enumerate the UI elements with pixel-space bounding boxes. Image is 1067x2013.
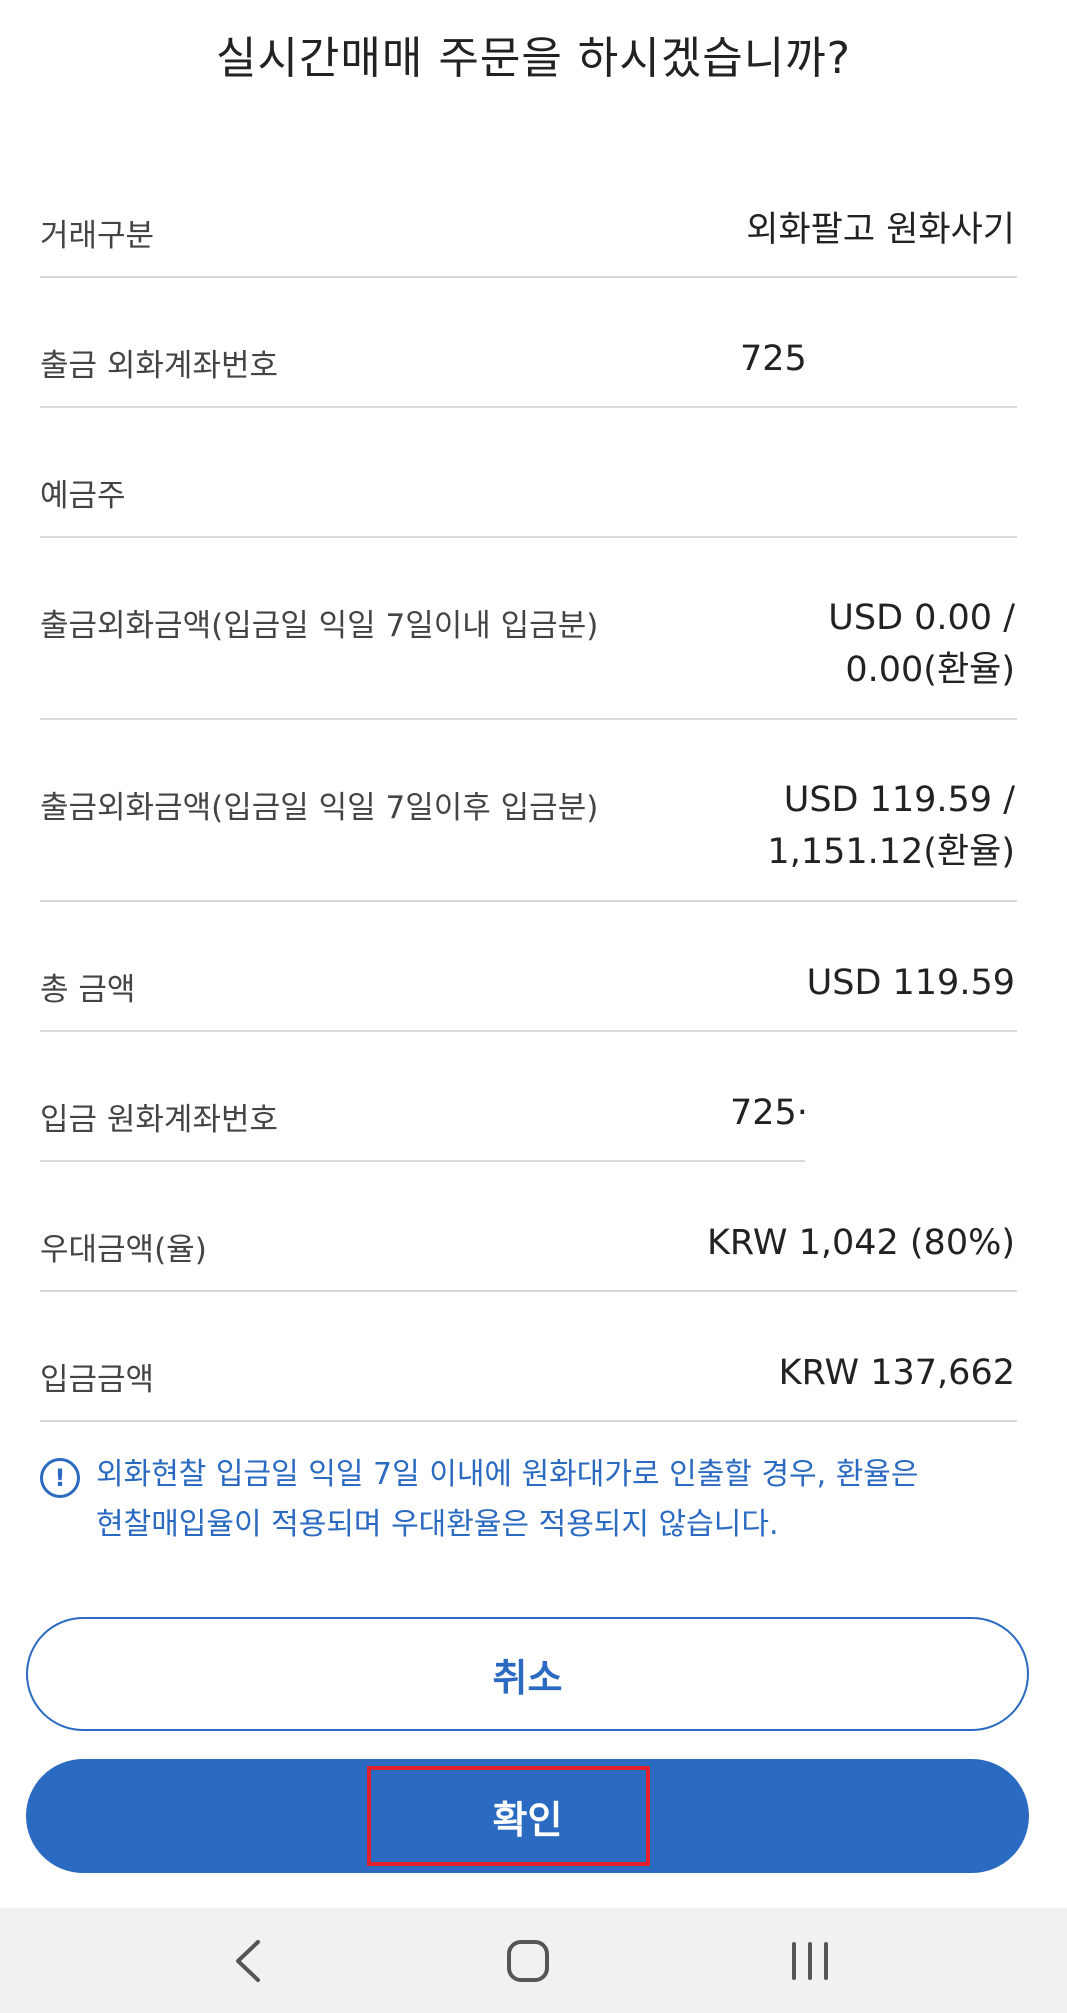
detail-value-line2: 0.00(환율): [845, 650, 1015, 690]
detail-row-withdraw-amount-within-7d: 출금외화금액(입금일 익일 7일이내 입금분) USD 0.00 / 0.00(…: [40, 538, 1017, 720]
notice-text: 외화현찰 입금일 익일 7일 이내에 원화대가로 인출할 경우, 환율은 현찰매…: [96, 1450, 919, 1550]
home-icon: [507, 1939, 549, 1982]
detail-label: 거래구분: [40, 218, 155, 254]
recent-apps-icon: [792, 1941, 828, 1980]
detail-row-transaction-type: 거래구분 외화팔고 원화사기: [40, 160, 1017, 278]
detail-value-line1: USD 119.59 /: [783, 780, 1015, 820]
back-button[interactable]: [188, 1908, 308, 2013]
notice-line1: 외화현찰 입금일 익일 7일 이내에 원화대가로 인출할 경우, 환율은: [96, 1457, 919, 1492]
detail-label: 출금외화금액(입금일 익일 7일이내 입금분): [40, 608, 599, 644]
detail-label: 출금외화금액(입금일 익일 7일이후 입금분): [40, 790, 599, 826]
exchange-rate-notice: ! 외화현찰 입금일 익일 7일 이내에 원화대가로 인출할 경우, 환율은 현…: [40, 1450, 1030, 1550]
exclamation-circle-icon: !: [40, 1458, 80, 1498]
home-button[interactable]: [468, 1908, 588, 2013]
detail-value: KRW 137,662: [778, 1353, 1015, 1393]
recent-apps-button[interactable]: [750, 1908, 870, 2013]
detail-value: 725: [740, 339, 807, 379]
system-navigation-bar: [0, 1908, 1067, 2013]
detail-value-line2: 1,151.12(환율): [767, 832, 1015, 872]
detail-value-line1: USD 0.00 /: [828, 598, 1015, 638]
back-chevron-icon: [236, 1939, 260, 1982]
detail-value: 725·: [730, 1093, 808, 1133]
detail-value: USD 119.59 / 1,151.12(환율): [767, 774, 1015, 878]
detail-row-preferential-amount: 우대금액(율) KRW 1,042 (80%): [40, 1162, 1017, 1292]
order-confirm-screen: 실시간매매 주문을 하시겠습니까? 거래구분 외화팔고 원화사기 출금 외화계좌…: [0, 0, 1067, 2013]
detail-row-account-holder: 예금주: [40, 408, 1017, 538]
notice-line2: 현찰매입율이 적용되며 우대환율은 적용되지 않습니다.: [96, 1507, 779, 1542]
detail-label: 입금금액: [40, 1362, 155, 1398]
detail-value: USD 119.59: [806, 963, 1015, 1003]
detail-value: 외화팔고 원화사기: [746, 210, 1015, 250]
detail-label: 입금 원화계좌번호: [40, 1102, 279, 1138]
detail-value: USD 0.00 / 0.00(환율): [828, 592, 1015, 696]
detail-row-withdraw-account: 출금 외화계좌번호 725: [40, 278, 1017, 408]
confirm-button[interactable]: 확인: [26, 1759, 1029, 1873]
detail-row-total-amount: 총 금액 USD 119.59: [40, 902, 1017, 1032]
detail-label: 총 금액: [40, 972, 136, 1008]
detail-label: 예금주: [40, 478, 126, 514]
detail-row-withdraw-amount-after-7d: 출금외화금액(입금일 익일 7일이후 입금분) USD 119.59 / 1,1…: [40, 720, 1017, 902]
detail-value: KRW 1,042 (80%): [706, 1223, 1015, 1263]
detail-row-deposit-amount: 입금금액 KRW 137,662: [40, 1292, 1017, 1422]
order-details-list: 거래구분 외화팔고 원화사기 출금 외화계좌번호 725 예금주 출금외화금액(…: [40, 160, 1017, 1422]
dialog-title: 실시간매매 주문을 하시겠습니까?: [215, 33, 852, 84]
detail-label: 출금 외화계좌번호: [40, 348, 279, 384]
detail-label: 우대금액(율): [40, 1232, 207, 1268]
cancel-button[interactable]: 취소: [26, 1617, 1029, 1731]
detail-row-deposit-account: 입금 원화계좌번호 725·: [40, 1032, 1017, 1162]
